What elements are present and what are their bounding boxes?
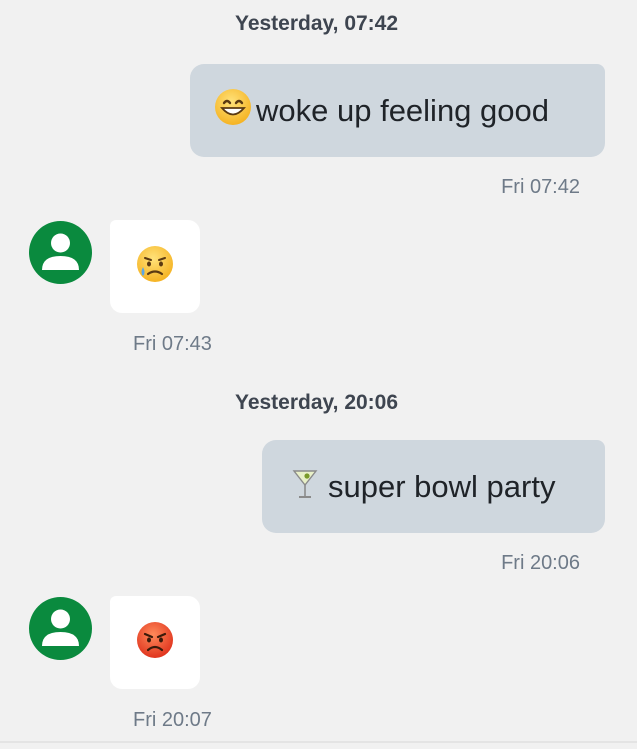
- incoming-message-bubble[interactable]: [110, 220, 200, 313]
- divider: [0, 741, 637, 743]
- contact-avatar[interactable]: [29, 221, 92, 284]
- cocktail-glass-icon: [286, 464, 324, 510]
- sad-but-relieved-face-icon: [136, 245, 174, 288]
- outgoing-message-bubble[interactable]: woke up feeling good: [190, 64, 605, 157]
- day-header: Yesterday, 20:06: [234, 391, 399, 414]
- incoming-message-bubble[interactable]: [110, 596, 200, 689]
- message-text: woke up feeling good: [256, 92, 550, 128]
- message-timestamp: Fri 20:06: [501, 552, 580, 574]
- pouting-face-icon: [136, 621, 174, 664]
- person-icon: [42, 233, 79, 270]
- message-timestamp: Fri 20:07: [133, 709, 212, 731]
- outgoing-message-bubble[interactable]: super bowl party: [262, 440, 605, 533]
- grinning-face-icon: [214, 88, 252, 134]
- message-timestamp: Fri 07:42: [501, 176, 580, 198]
- person-icon: [42, 609, 79, 646]
- contact-avatar[interactable]: [29, 597, 92, 660]
- message-text: super bowl party: [328, 468, 556, 504]
- message-timestamp: Fri 07:43: [133, 333, 212, 355]
- day-header: Yesterday, 07:42: [234, 12, 399, 35]
